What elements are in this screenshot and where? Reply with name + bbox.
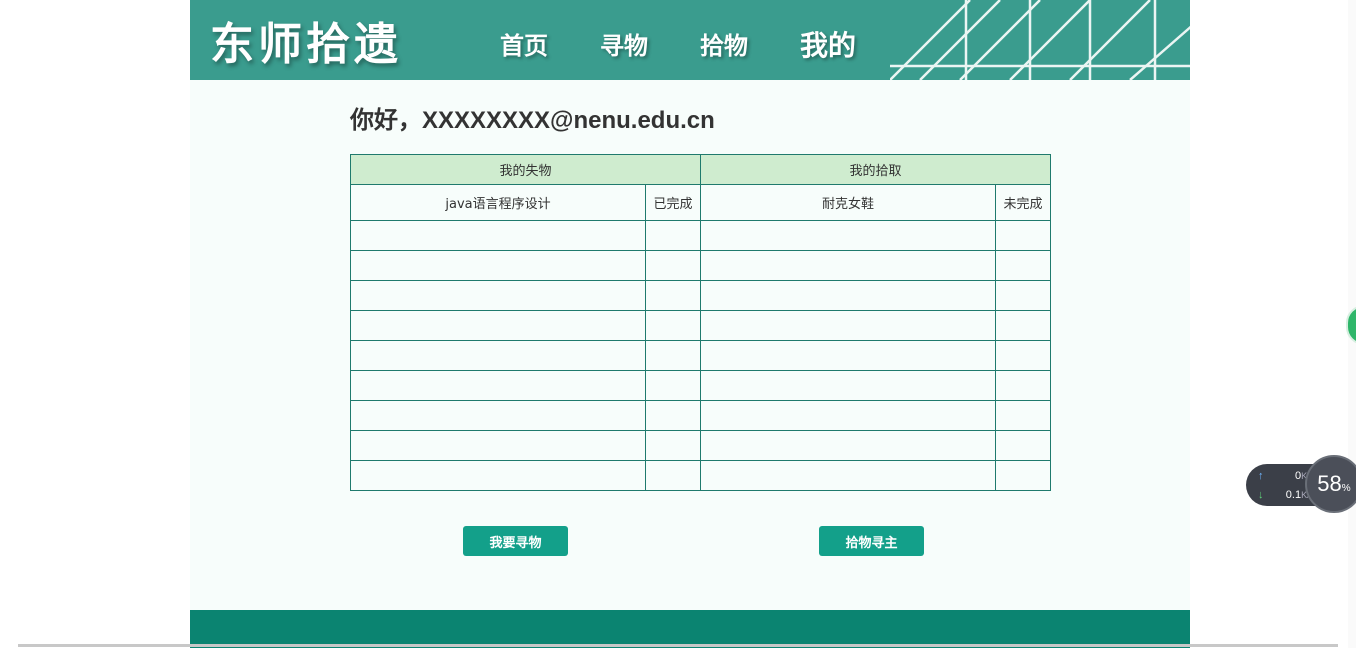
table-row xyxy=(350,460,1052,491)
horizontal-scrollbar[interactable] xyxy=(18,644,1338,647)
table-row xyxy=(350,280,1052,311)
download-arrow-icon: ↓ xyxy=(1258,489,1264,501)
return-item-button[interactable]: 拾物寻主 xyxy=(819,526,924,556)
table-row xyxy=(350,340,1052,371)
nav-find-item[interactable]: 寻物 xyxy=(600,26,648,61)
table-row xyxy=(350,370,1052,401)
nav-found-item[interactable]: 拾物 xyxy=(700,26,748,61)
site-header: 东师拾遗 首页 寻物 拾物 我的 xyxy=(190,0,1190,80)
cpu-usage-dial[interactable]: 58% xyxy=(1305,455,1356,513)
upload-speed: 0 xyxy=(1294,470,1302,482)
lost-item-name[interactable]: java语言程序设计 xyxy=(350,184,646,221)
table-row xyxy=(350,430,1052,461)
nav-mine[interactable]: 我的 xyxy=(800,24,856,64)
lost-items-header: 我的失物 xyxy=(349,154,702,185)
cpu-usage-unit: % xyxy=(1341,482,1351,494)
found-items-header: 我的拾取 xyxy=(700,154,1052,185)
found-item-status: 未完成 xyxy=(995,184,1052,221)
table-header-row: 我的失物 我的拾取 xyxy=(349,154,1052,185)
site-footer xyxy=(190,610,1190,648)
lost-item-status: 已完成 xyxy=(644,184,702,221)
cpu-usage-value: 58 xyxy=(1317,471,1342,496)
find-item-button[interactable]: 我要寻物 xyxy=(463,526,568,556)
download-speed: 0.1 xyxy=(1285,489,1302,501)
table-row xyxy=(350,250,1052,281)
found-item-name[interactable]: 耐克女鞋 xyxy=(700,184,997,221)
page-container: 东师拾遗 首页 寻物 拾物 我的 你好，XXXXXXXX@nenu.edu.cn… xyxy=(190,0,1190,648)
nav-home[interactable]: 首页 xyxy=(500,26,548,61)
upload-arrow-icon: ↑ xyxy=(1258,470,1264,482)
table-row xyxy=(350,220,1052,251)
items-table: 我的失物 我的拾取 java语言程序设计 已完成 耐克女鞋 未完成 xyxy=(349,154,1052,491)
table-row: java语言程序设计 已完成 耐克女鞋 未完成 xyxy=(350,184,1052,221)
table-row xyxy=(350,400,1052,431)
table-row xyxy=(350,310,1052,341)
header-decoration xyxy=(890,0,1190,80)
site-title: 东师拾遗 xyxy=(210,19,402,70)
greeting-heading: 你好，XXXXXXXX@nenu.edu.cn xyxy=(350,107,715,134)
